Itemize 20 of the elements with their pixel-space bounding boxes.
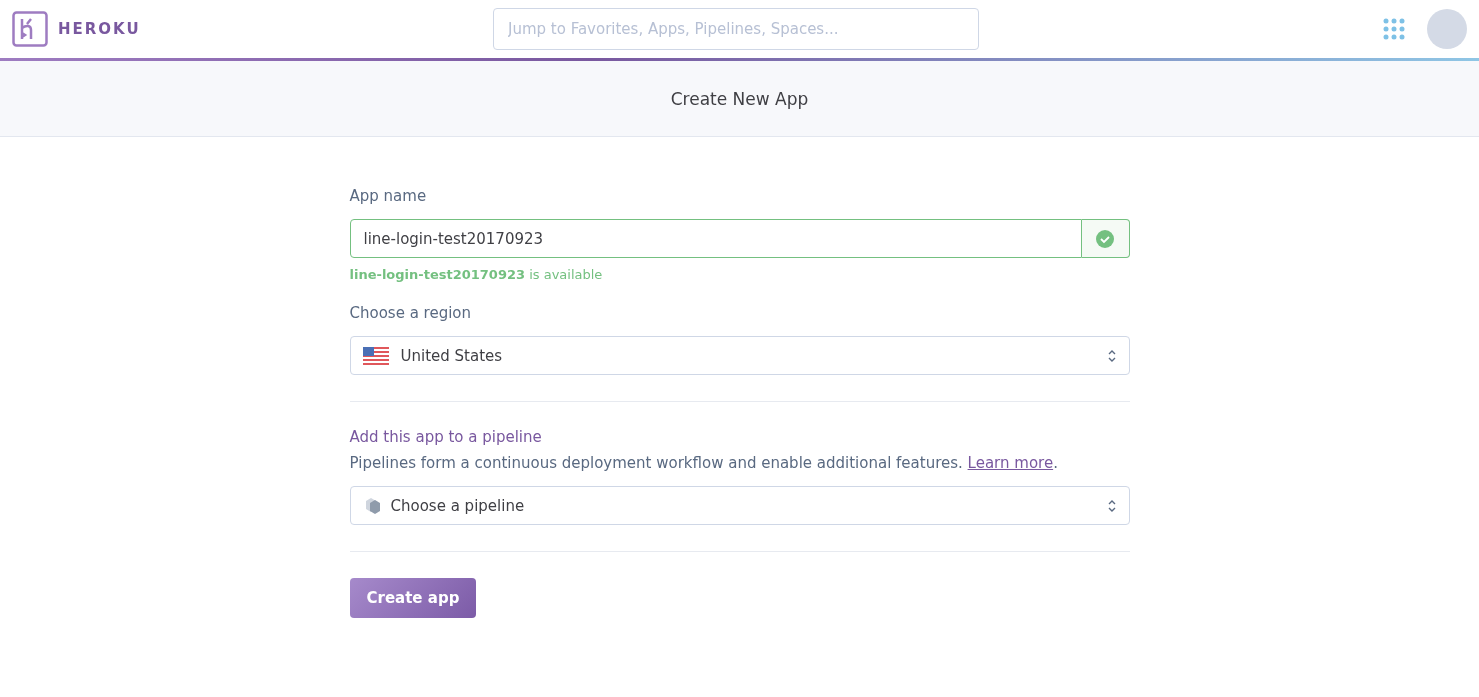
field-label: App name [349,187,428,205]
avatar[interactable] [1427,9,1467,49]
page-title: Create New App [670,88,809,109]
flag-icon [362,346,389,365]
learn-more-link[interactable]: Learn more [967,454,1054,472]
brand-name: HEROKU [58,20,141,38]
apps-grid-icon[interactable] [1383,18,1405,40]
region-select[interactable]: United States [349,336,1130,375]
logo-icon[interactable] [12,11,48,47]
availability-message: line-login-test20170923 is available [349,267,604,282]
description: Pipelines form a continuous deployment workflow and enable additional features. Learn more. [349,454,1059,472]
app-name-field[interactable]: line-login-test20170923 [349,219,1082,258]
search-field[interactable]: Jump to Favorites, Apps, Pipelines, Spaces... [493,8,979,50]
pipeline-select[interactable]: Choose a pipeline [349,486,1130,525]
section-heading: Add this app to a pipeline [349,428,543,446]
check-icon [1096,229,1114,248]
sort-chevrons-icon [1106,498,1117,513]
sort-chevrons-icon [1106,348,1117,363]
create-app-button[interactable]: Create app [349,578,477,618]
field-label: Choose a region [349,304,473,322]
